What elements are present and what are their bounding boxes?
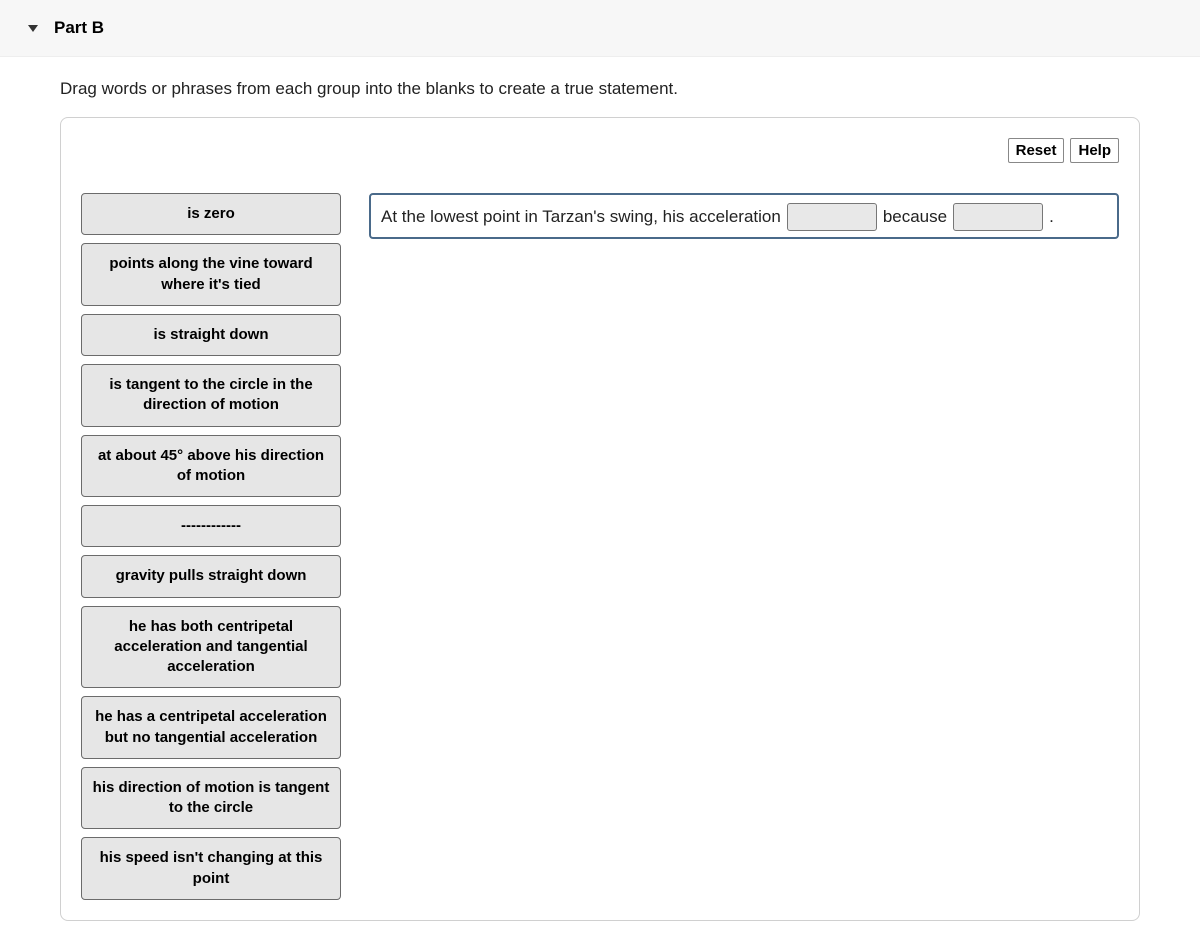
drag-tile[interactable]: his direction of motion is tangent to th… [81,767,341,830]
drag-tile[interactable]: at about 45° above his direction of moti… [81,435,341,498]
drag-tile[interactable]: is zero [81,193,341,235]
drag-tile[interactable]: points along the vine toward where it's … [81,243,341,306]
blank-slot-2[interactable] [953,203,1043,231]
part-title: Part B [54,18,104,38]
instructions-text: Drag words or phrases from each group in… [0,57,1200,117]
controls-row: Reset Help [81,138,1119,163]
sentence-end: . [1049,207,1054,227]
drag-tile[interactable]: is straight down [81,314,341,356]
reset-button[interactable]: Reset [1008,138,1065,163]
exercise-card: Reset Help is zero points along the vine… [60,117,1140,921]
help-button[interactable]: Help [1070,138,1119,163]
main-row: is zero points along the vine toward whe… [81,193,1119,900]
drag-tile[interactable]: he has both centripetal acceleration and… [81,606,341,689]
sentence-text: At the lowest point in Tarzan's swing, h… [381,207,781,227]
sentence-connector: because [883,207,947,227]
drag-tile[interactable]: ------------ [81,505,341,547]
drag-tile[interactable]: he has a centripetal acceleration but no… [81,696,341,759]
drag-tile[interactable]: his speed isn't changing at this point [81,837,341,900]
drag-tile[interactable]: is tangent to the circle in the directio… [81,364,341,427]
blank-slot-1[interactable] [787,203,877,231]
drag-tile[interactable]: gravity pulls straight down [81,555,341,597]
chevron-down-icon[interactable] [28,25,38,32]
sentence-drop-area: At the lowest point in Tarzan's swing, h… [369,193,1119,239]
section-header[interactable]: Part B [0,0,1200,57]
tiles-column: is zero points along the vine toward whe… [81,193,341,900]
